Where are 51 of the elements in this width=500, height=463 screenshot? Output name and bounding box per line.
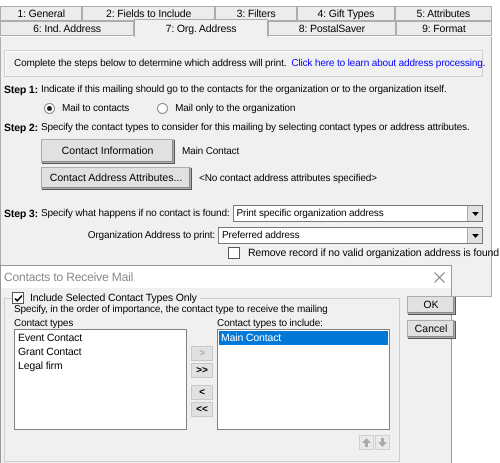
remove-record-checkbox[interactable]: Remove record if no valid organization address is found	[228, 247, 499, 259]
help-link[interactable]: Click here to learn about address processing.	[291, 58, 486, 69]
tab[interactable]: 4: Gift Types	[297, 6, 395, 21]
dialog-title: Contacts to Receive Mail	[4, 270, 134, 284]
radio-button[interactable]	[157, 103, 168, 114]
tab[interactable]: 7: Org. Address	[134, 19, 268, 37]
move-button[interactable]: <<	[191, 402, 213, 417]
list-label: Contact types to include:	[217, 318, 324, 329]
move-button[interactable]: >>	[191, 363, 213, 378]
checkmark-icon	[14, 294, 22, 302]
org-address-dropdown[interactable]: Preferred address	[218, 227, 483, 244]
step-label: Step 3:	[4, 208, 38, 220]
radio-option[interactable]: Mail to contacts	[44, 103, 130, 114]
list-item[interactable]: Legal firm	[16, 359, 185, 373]
up-arrow-icon	[362, 438, 371, 447]
contact-button[interactable]: Contact Information	[41, 139, 174, 163]
contact-button[interactable]: Contact Address Attributes...	[41, 167, 191, 189]
list-label: Contact types	[14, 318, 74, 329]
list-item[interactable]: Grant Contact	[16, 345, 185, 359]
tab[interactable]: 3: Filters	[214, 6, 298, 21]
tab[interactable]: 1: General	[0, 6, 82, 21]
list-item[interactable]: Event Contact	[16, 331, 185, 345]
dialog-button[interactable]: Cancel	[407, 320, 455, 338]
tab[interactable]: 9: Format	[396, 21, 492, 36]
included-types-list[interactable]: Main Contact	[217, 329, 390, 430]
step-label: Step 2:	[4, 122, 38, 134]
down-arrow-icon	[378, 438, 387, 447]
close-icon[interactable]	[434, 272, 445, 282]
include-selected-checkbox[interactable]: Include Selected Contact Types Only	[12, 292, 200, 304]
list-item[interactable]: Main Contact	[219, 331, 388, 345]
contact-value: Main Contact	[182, 146, 240, 156]
step-text: Specify the contact types to consider for this mailing by selecting contact types or address attributes.	[40, 122, 470, 134]
move-button[interactable]: <	[191, 385, 213, 400]
tab[interactable]: 6: Ind. Address	[0, 21, 134, 36]
tab[interactable]: 8: PostalSaver	[268, 21, 396, 36]
radio-button[interactable]	[44, 103, 55, 114]
step-label: Step 1:	[4, 84, 38, 96]
contact-types-list[interactable]: Event Contact Grant Contact Legal firm	[14, 329, 187, 430]
tab[interactable]: 2: Fields to Include	[82, 6, 215, 21]
step-text: Specify what happens if no contact is found:	[40, 208, 230, 219]
no-contact-dropdown[interactable]: Print specific organization address	[232, 205, 483, 222]
step-text: Indicate if this mailing should go to the contacts for the organization or to the organization itself.	[40, 84, 446, 96]
radio-option[interactable]: Mail only to the organization	[157, 103, 296, 114]
field-label: Organization Address to print:	[88, 230, 215, 241]
caret-icon	[472, 234, 478, 238]
info-text: Complete the steps below to determine which address will print.	[14, 58, 286, 69]
tab[interactable]: 5: Attributes	[394, 6, 492, 21]
contact-value: <No contact address attributes specified>	[199, 172, 377, 184]
instructions-text: Specify, in the order of importance, the contact type to receive the mailing	[14, 304, 329, 315]
caret-icon	[472, 212, 478, 216]
dialog-button[interactable]: OK	[407, 296, 455, 314]
